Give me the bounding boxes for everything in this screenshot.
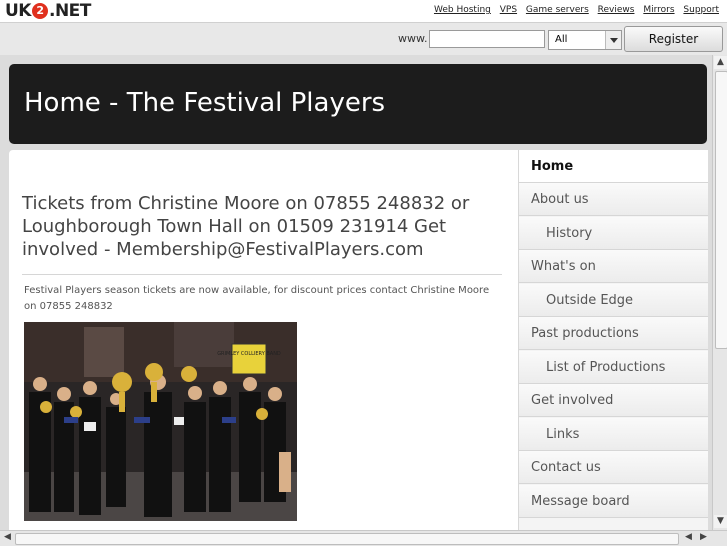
nav-item-past-productions[interactable]: Past productions [519, 317, 708, 350]
site-header: Home - The Festival Players [9, 64, 707, 144]
photo-sign-text: GRIMLEY COLLIERY BAND [217, 351, 281, 357]
nav-item-home[interactable]: Home [519, 150, 708, 183]
nav-item-whats-on[interactable]: What's on [519, 250, 708, 283]
top-links: Web Hosting VPS Game servers Reviews Mir… [428, 5, 719, 15]
horizontal-scroll-thumb[interactable] [15, 533, 679, 545]
main-content: Tickets from Christine Moore on 07855 24… [9, 150, 518, 530]
nav-item-history[interactable]: History [519, 217, 708, 250]
nav-item-contact-us[interactable]: Contact us [519, 451, 708, 484]
scroll-down-icon[interactable]: ▼ [714, 515, 727, 528]
content-divider [22, 274, 502, 275]
scroll-right-icon[interactable]: ▶ [697, 531, 710, 544]
logo-circle: 2 [31, 3, 48, 19]
uk2-logo[interactable]: UK 2 .NET [5, 1, 91, 21]
tld-select[interactable]: All [548, 30, 622, 50]
domain-search-bar: www. All Register Domain [0, 22, 727, 70]
brass-band-photo: GRIMLEY COLLIERY BAND [24, 322, 297, 521]
link-reviews[interactable]: Reviews [598, 5, 635, 15]
page-title: Home - The Festival Players [24, 88, 386, 118]
nav-item-message-board[interactable]: Message board [519, 485, 708, 518]
scroll-up-icon[interactable]: ▲ [714, 56, 727, 69]
scroll-left-icon-secondary[interactable]: ◀ [682, 531, 695, 544]
web-page: Home - The Festival Players Tickets from… [0, 55, 712, 530]
sidebar-nav: Home About us History What's on Outside … [518, 150, 708, 530]
link-vps[interactable]: VPS [500, 5, 517, 15]
domain-input[interactable] [429, 30, 545, 48]
link-web-hosting[interactable]: Web Hosting [434, 5, 491, 15]
register-domain-button[interactable]: Register Domain [624, 26, 723, 70]
www-prefix: www. [398, 32, 428, 45]
logo-text-left: UK [5, 1, 31, 21]
vertical-scroll-thumb[interactable] [715, 71, 727, 349]
vertical-scrollbar[interactable]: ▲ ▼ [712, 55, 727, 530]
nav-item-outside-edge[interactable]: Outside Edge [519, 284, 708, 317]
nav-item-list-of-productions[interactable]: List of Productions [519, 351, 708, 384]
link-game-servers[interactable]: Game servers [526, 5, 589, 15]
scroll-left-icon[interactable]: ◀ [1, 531, 14, 544]
horizontal-scrollbar[interactable]: ◀ ◀ ▶ [0, 530, 727, 546]
nav-item-links[interactable]: Links [519, 418, 708, 451]
link-mirrors[interactable]: Mirrors [643, 5, 674, 15]
tld-select-value: All [555, 34, 568, 45]
chevron-down-icon[interactable] [605, 31, 621, 49]
content-headline: Tickets from Christine Moore on 07855 24… [22, 193, 470, 260]
nav-item-get-involved[interactable]: Get involved [519, 384, 708, 417]
nav-item-about-us[interactable]: About us [519, 183, 708, 216]
top-bar: UK 2 .NET Web Hosting VPS Game servers Rev… [0, 0, 727, 22]
link-support[interactable]: Support [683, 5, 719, 15]
content-body: Festival Players season tickets are now … [24, 285, 490, 312]
logo-text-right: .NET [48, 1, 91, 21]
